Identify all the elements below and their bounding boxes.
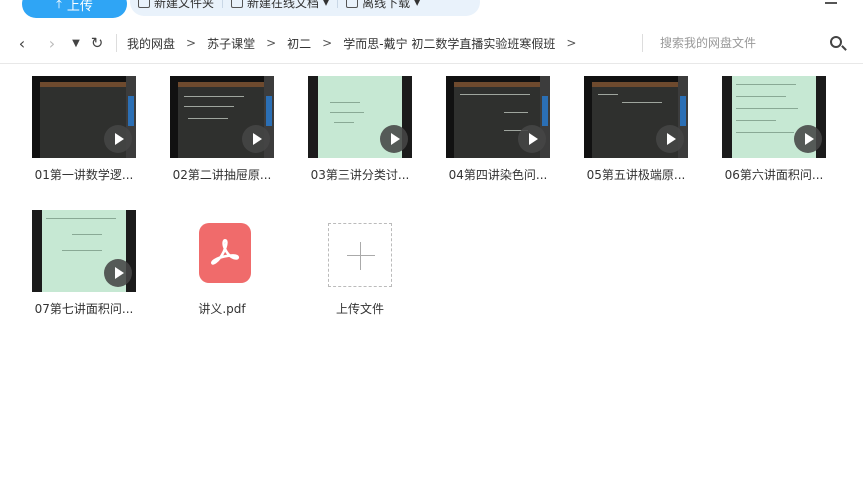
play-icon <box>104 259 132 287</box>
forward-arrow-icon[interactable]: › <box>40 22 64 64</box>
file-item-video[interactable]: 05第五讲极端原... <box>567 64 697 194</box>
file-item-pdf[interactable]: 讲义.pdf <box>153 64 283 334</box>
play-icon <box>104 125 132 153</box>
new-doc-icon <box>231 0 244 8</box>
board-frame <box>454 82 540 87</box>
offline-download-label: 离线下载 <box>362 0 411 10</box>
green-line <box>736 96 786 97</box>
chevron-down-icon: ▾ <box>323 0 330 9</box>
search-icon[interactable] <box>830 36 842 48</box>
new-folder-icon <box>138 0 150 8</box>
upload-button[interactable]: ⤒ 上传 <box>22 0 127 18</box>
upload-icon: ⤒ <box>56 0 62 12</box>
breadcrumb: 我的网盘 > 苏子课堂 > 初二 > 学而思-戴宁 初二数学直播实验班寒假班 > <box>120 22 580 64</box>
new-online-doc-button[interactable]: 新建在线文档 ▾ <box>223 0 337 16</box>
plus-icon[interactable] <box>328 223 392 287</box>
upload-button-label: 上传 <box>66 0 93 14</box>
breadcrumb-item[interactable]: 学而思-戴宁 初二数学直播实验班寒假班 <box>336 35 562 52</box>
board-frame <box>40 82 126 87</box>
video-thumbnail <box>446 76 550 158</box>
search-box <box>650 22 863 64</box>
green-line <box>736 84 796 85</box>
green-line <box>46 218 116 219</box>
file-name: 04第四讲染色问... <box>448 168 548 182</box>
back-arrow-icon[interactable]: ‹ <box>10 22 34 64</box>
video-thumbnail <box>722 76 826 158</box>
refresh-icon[interactable]: ↻ <box>86 22 108 64</box>
green-line <box>72 234 102 235</box>
chalk-line <box>504 112 528 113</box>
video-thumbnail <box>32 210 136 292</box>
pdf-icon <box>199 223 251 283</box>
play-icon <box>518 125 546 153</box>
breadcrumb-item[interactable]: 我的网盘 <box>120 35 182 52</box>
new-folder-label: 新建文件夹 <box>154 0 215 10</box>
divider <box>116 34 117 52</box>
search-input[interactable] <box>660 34 820 52</box>
new-online-doc-label: 新建在线文档 <box>247 0 320 10</box>
file-name: 06第六讲面积问... <box>724 168 824 182</box>
green-line <box>62 250 102 251</box>
file-name: 05第五讲极端原... <box>586 168 686 182</box>
breadcrumb-item[interactable]: 初二 <box>280 35 318 52</box>
upload-file-label: 上传文件 <box>335 302 384 316</box>
breadcrumb-separator: > <box>186 36 197 50</box>
chevron-down-icon: ▾ <box>414 0 421 9</box>
breadcrumb-item[interactable]: 苏子课堂 <box>200 35 262 52</box>
acrobat-icon <box>210 238 240 265</box>
breadcrumb-separator: > <box>566 36 577 50</box>
play-icon <box>656 125 684 153</box>
video-thumbnail <box>584 76 688 158</box>
green-line <box>736 108 798 109</box>
file-item-video[interactable]: 06第六讲面积问... <box>705 64 835 194</box>
offline-download-button[interactable]: 离线下载 ▾ <box>338 0 428 16</box>
menu-icon[interactable] <box>825 0 837 4</box>
board-frame <box>592 82 678 87</box>
upload-file-tile[interactable]: 上传文件 <box>291 64 421 334</box>
play-icon <box>794 125 822 153</box>
address-bar: ‹ › ▼ ↻ 我的网盘 > 苏子课堂 > 初二 > 学而思-戴宁 初二数学直播… <box>0 22 863 64</box>
divider <box>642 34 643 52</box>
file-item-video[interactable]: 07第七讲面积问... <box>15 198 145 328</box>
file-item-video[interactable]: 04第四讲染色问... <box>429 64 559 194</box>
green-line <box>736 120 776 121</box>
history-dropdown-icon[interactable]: ▼ <box>68 22 84 64</box>
green-line <box>736 132 794 133</box>
video-thumbnail <box>32 76 136 158</box>
breadcrumb-separator: > <box>266 36 277 50</box>
file-name: 01第一讲数学逻... <box>34 168 134 182</box>
file-item-video[interactable]: 01第一讲数学逻... <box>15 64 145 194</box>
file-name: 讲义.pdf <box>198 302 246 316</box>
new-folder-button[interactable]: 新建文件夹 <box>130 0 222 16</box>
chalk-line <box>598 94 618 95</box>
download-icon <box>346 0 359 8</box>
action-pill: 新建文件夹 新建在线文档 ▾ 离线下载 ▾ <box>130 0 480 16</box>
top-toolbar: ⤒ 上传 新建文件夹 新建在线文档 ▾ 离线下载 ▾ <box>0 0 863 22</box>
chalk-line <box>460 94 530 95</box>
file-name: 07第七讲面积问... <box>34 302 134 316</box>
chalk-line <box>622 102 662 103</box>
breadcrumb-separator: > <box>322 36 333 50</box>
